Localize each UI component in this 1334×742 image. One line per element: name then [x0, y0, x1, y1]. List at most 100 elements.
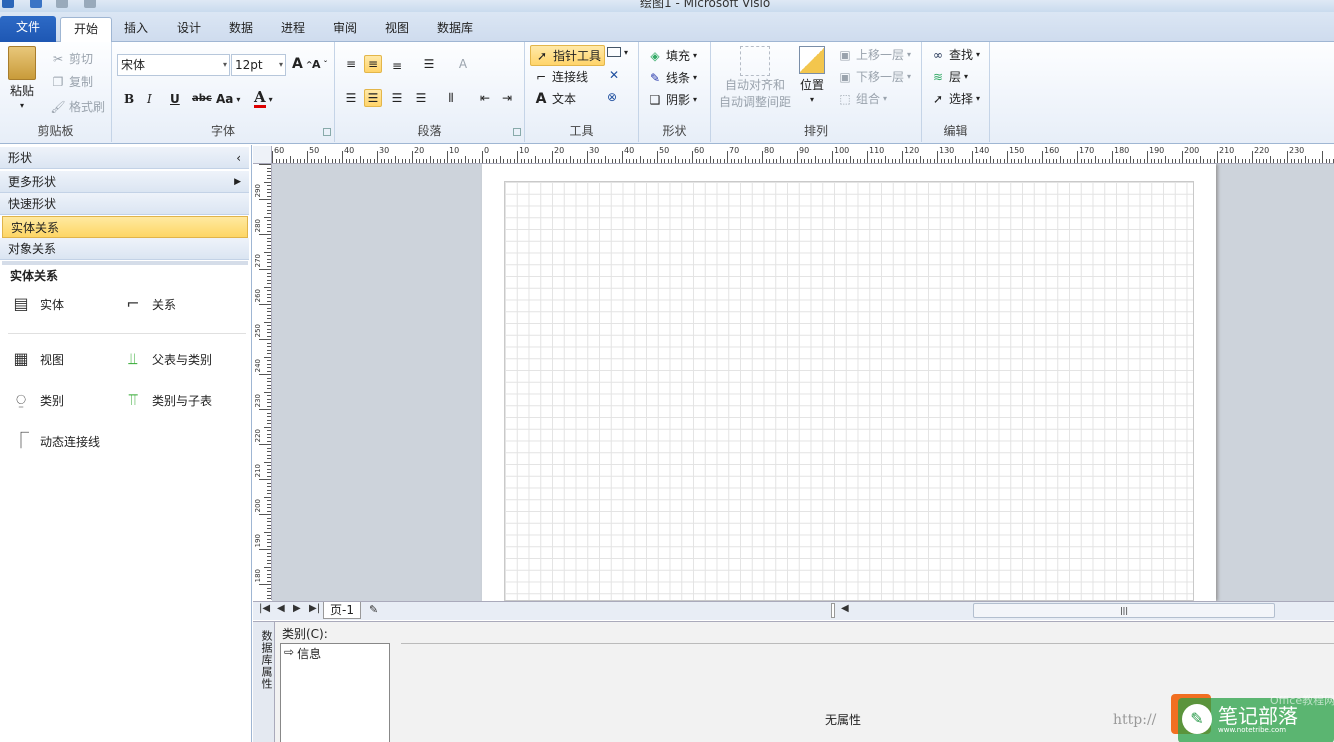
- clipboard-group: 粘贴 ▾ ✂ 剪切 ❐ 复制 🖌 格式刷 剪贴板: [0, 42, 112, 142]
- italic-button[interactable]: I: [147, 92, 152, 106]
- font-name-combo[interactable]: 宋体 ▾: [117, 54, 230, 76]
- next-page-icon[interactable]: ▶: [293, 603, 301, 614]
- connection-point-icon[interactable]: ⊗: [607, 90, 617, 104]
- more-shapes-button[interactable]: 更多形状 ▶: [0, 171, 249, 193]
- shadow-button[interactable]: ❑ 阴影 ▾: [647, 91, 697, 108]
- stencil-splitter[interactable]: [2, 261, 248, 265]
- send-backward-button[interactable]: ▣ 下移一层 ▾: [837, 68, 911, 85]
- category-item-info[interactable]: ⇨ 信息: [281, 644, 389, 663]
- horizontal-scrollbar-thumb[interactable]: |||: [973, 603, 1275, 618]
- decrease-indent-button[interactable]: ⇤: [477, 90, 493, 106]
- fill-label: 填充: [666, 49, 691, 63]
- change-case-button[interactable]: Aa ▾: [216, 92, 240, 106]
- change-case-label: Aa: [216, 92, 234, 106]
- distribute-button[interactable]: ⦀: [443, 90, 459, 106]
- shape-label: 实体: [40, 297, 65, 312]
- increase-indent-button[interactable]: ⇥: [499, 90, 515, 106]
- undo-icon[interactable]: [56, 0, 68, 8]
- grow-font-button[interactable]: A ^: [292, 56, 313, 72]
- tab-process[interactable]: 进程: [271, 17, 315, 42]
- close-icon[interactable]: ✕: [609, 68, 619, 82]
- paste-button[interactable]: 粘贴 ▾: [8, 46, 36, 110]
- collapse-icon[interactable]: ‹: [236, 147, 241, 169]
- align-center-button[interactable]: ☰: [364, 89, 382, 107]
- strikethrough-button[interactable]: abc: [192, 93, 212, 104]
- increase-indent-icon: ⇥: [501, 91, 513, 105]
- tab-home[interactable]: 开始: [60, 17, 112, 43]
- find-button[interactable]: ∞ 查找 ▾: [930, 46, 980, 63]
- visio-app-icon[interactable]: [2, 0, 14, 8]
- paragraph-dialog-launcher[interactable]: [513, 128, 521, 136]
- editing-group-label: 编辑: [943, 124, 968, 138]
- bold-button[interactable]: B: [124, 92, 134, 106]
- entity-relationship-stencil[interactable]: 实体关系: [2, 216, 248, 238]
- bring-forward-button[interactable]: ▣ 上移一层 ▾: [837, 46, 911, 63]
- font-color-button[interactable]: A ▾: [254, 90, 273, 108]
- align-middle-button[interactable]: ≡: [364, 55, 382, 73]
- ribbon-tabs: 文件 开始 插入 设计 数据 进程 审阅 视图 数据库: [0, 12, 1334, 43]
- tab-insert[interactable]: 插入: [114, 17, 158, 42]
- shrink-font-button[interactable]: Aˇ: [312, 58, 328, 71]
- vertical-ruler[interactable]: 290 280 270 260 250 240 230 220 210 200 190 180: [253, 164, 272, 600]
- layer-button[interactable]: ≋ 层 ▾: [930, 68, 968, 85]
- tab-design[interactable]: 设计: [167, 17, 211, 42]
- tab-data[interactable]: 数据: [219, 17, 263, 42]
- save-icon[interactable]: [30, 0, 42, 8]
- underline-button[interactable]: U: [170, 92, 180, 106]
- ruler-corner[interactable]: [253, 146, 272, 164]
- justify-button[interactable]: ☰: [413, 90, 429, 106]
- ruler-tick-label: 20: [554, 146, 565, 155]
- shape-view[interactable]: ▦ 视图: [10, 348, 64, 370]
- fill-button[interactable]: ◈ 填充 ▾: [647, 47, 697, 64]
- format-painter-button[interactable]: 🖌 格式刷: [50, 98, 105, 115]
- shape-relationship[interactable]: ⌐ 关系: [122, 293, 176, 315]
- shape-parent-to-category[interactable]: ⫫ 父表与类别: [122, 348, 213, 370]
- shape-category[interactable]: ⍜ 类别: [10, 389, 64, 411]
- shape-label: 视图: [40, 352, 65, 367]
- line-button[interactable]: ✎ 线条 ▾: [647, 69, 697, 86]
- cut-button[interactable]: ✂ 剪切: [50, 50, 93, 67]
- scroll-left-icon[interactable]: ◀: [841, 603, 849, 614]
- drawing-page[interactable]: [482, 164, 1216, 601]
- splitter-handle[interactable]: [831, 603, 835, 618]
- watermark-badge: ✎ 笔记部落 www.notetribe.com Office教程网: [1178, 694, 1334, 742]
- horizontal-ruler[interactable]: 60 50 40 30 20 10 0 10 20 30 40 50 60 70 80 90 100 110 120…: [272, 146, 1334, 164]
- prev-page-icon[interactable]: ◀: [277, 603, 285, 614]
- tab-database[interactable]: 数据库: [427, 17, 483, 42]
- shape-dynamic-connector[interactable]: ⎾ 动态连接线: [10, 430, 100, 452]
- paste-dropdown-icon[interactable]: ▾: [20, 101, 24, 110]
- shape-entity[interactable]: ▤ 实体: [10, 293, 64, 315]
- align-bottom-button[interactable]: ≡: [389, 58, 405, 74]
- text-direction-button[interactable]: A: [455, 56, 471, 72]
- bullets-button[interactable]: ☰: [421, 56, 437, 72]
- redo-icon[interactable]: [84, 0, 96, 8]
- tab-review[interactable]: 审阅: [323, 17, 367, 42]
- connector-button[interactable]: ⌐ 连接线: [533, 68, 588, 85]
- tab-view[interactable]: 视图: [375, 17, 419, 42]
- category-list[interactable]: ⇨ 信息: [280, 643, 390, 742]
- page-tab-1[interactable]: 页-1: [323, 602, 361, 619]
- pointer-tool-button[interactable]: ➚ 指针工具: [530, 45, 606, 66]
- object-relationship-stencil[interactable]: 对象关系: [0, 238, 249, 260]
- tab-file[interactable]: 文件: [0, 16, 56, 42]
- font-size-combo[interactable]: 12pt ▾: [231, 54, 286, 76]
- font-dialog-launcher[interactable]: [323, 128, 331, 136]
- first-page-icon[interactable]: |◀: [259, 603, 270, 614]
- rectangle-tool-button[interactable]: ▾: [607, 47, 628, 57]
- brush-icon: 🖌: [50, 99, 66, 114]
- chevron-right-icon: ▶: [234, 177, 241, 187]
- shape-category-to-child[interactable]: ⫪ 类别与子表: [122, 389, 212, 411]
- copy-button[interactable]: ❐ 复制: [50, 73, 93, 90]
- align-top-button[interactable]: ≡: [343, 56, 359, 72]
- quick-shapes-stencil[interactable]: 快速形状: [0, 193, 249, 215]
- auto-align-button[interactable]: 自动对齐和 自动调整间距: [719, 46, 791, 110]
- group-button[interactable]: ⬚ 组合 ▾: [837, 90, 887, 107]
- drawing-canvas[interactable]: [272, 164, 1334, 601]
- select-button[interactable]: ➚ 选择 ▾: [930, 90, 980, 107]
- align-left-button[interactable]: ☰: [343, 90, 359, 106]
- insert-page-icon[interactable]: ✎: [369, 603, 378, 616]
- last-page-icon[interactable]: ▶|: [309, 603, 320, 614]
- align-right-button[interactable]: ☰: [389, 90, 405, 106]
- position-button[interactable]: 位置 ▾: [799, 46, 825, 104]
- text-tool-button[interactable]: A 文本: [533, 90, 576, 107]
